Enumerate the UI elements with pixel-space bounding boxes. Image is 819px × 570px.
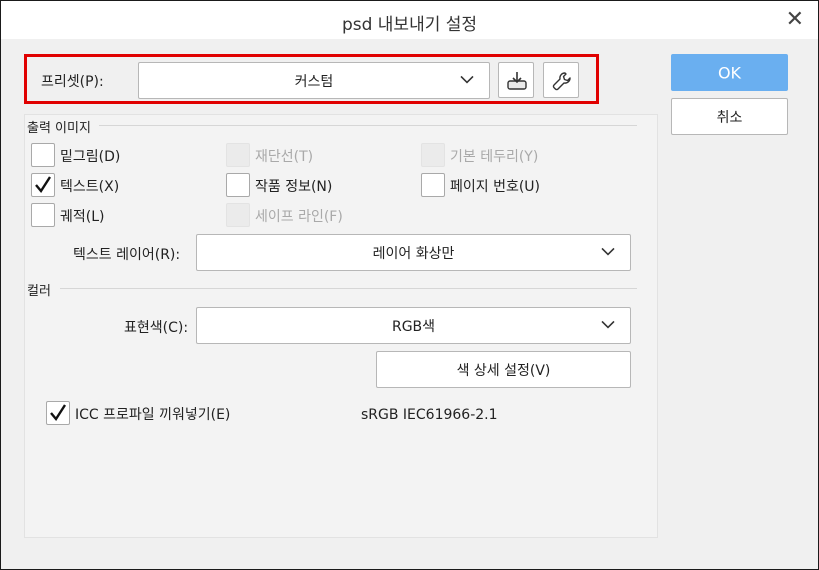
checkbox-text[interactable] — [31, 173, 55, 197]
cancel-button[interactable]: 취소 — [671, 98, 788, 135]
checkbox-work-info-label: 작품 정보(N) — [255, 179, 333, 195]
icc-embed-label: ICC 프로파일 끼워넣기(E) — [75, 407, 231, 423]
checkbox-safe-line-label: 세이프 라인(F) — [255, 209, 343, 225]
checkbox-trajectory-label: 궤적(L) — [60, 209, 105, 225]
expression-color-value: RGB색 — [391, 318, 436, 335]
checkbox-text-label: 텍스트(X) — [60, 179, 120, 195]
save-preset-button[interactable] — [498, 62, 534, 98]
text-layer-label: 텍스트 레이어(R): — [73, 247, 181, 263]
color-detail-button[interactable]: 색 상세 설정(V) — [376, 351, 631, 388]
ok-label: OK — [717, 63, 742, 82]
checkbox-page-number-label: 페이지 번호(U) — [450, 179, 541, 195]
checkbox-crop-marks-label: 재단선(T) — [255, 149, 314, 165]
preset-label: 프리셋(P): — [41, 74, 104, 90]
preset-value: 커스텀 — [294, 73, 334, 90]
output-section-title: 출력 이미지 — [27, 121, 91, 136]
checkbox-default-border-label: 기본 테두리(Y) — [450, 149, 539, 165]
color-divider — [60, 288, 637, 289]
color-section-title: 컬러 — [27, 284, 51, 299]
expression-color-label: 표현색(C): — [124, 320, 189, 336]
checkbox-default-border[interactable] — [421, 143, 445, 167]
text-layer-value: 레이어 화상만 — [372, 245, 455, 262]
color-detail-label: 색 상세 설정(V) — [456, 362, 551, 379]
icc-profile-name: sRGB IEC61966-2.1 — [361, 407, 498, 423]
cancel-label: 취소 — [716, 109, 743, 126]
checkbox-safe-line[interactable] — [226, 203, 250, 227]
chevron-down-icon — [460, 75, 474, 84]
expression-color-select[interactable]: RGB색 — [196, 307, 631, 344]
chevron-down-icon — [601, 320, 615, 329]
checkbox-work-info[interactable] — [226, 173, 250, 197]
output-divider — [99, 125, 637, 126]
checkbox-page-number[interactable] — [421, 173, 445, 197]
dialog-title: psd 내보내기 설정 — [341, 15, 478, 35]
checkbox-underdrawing-label: 밑그림(D) — [60, 149, 121, 165]
checkbox-trajectory[interactable] — [31, 203, 55, 227]
ok-button[interactable]: OK — [671, 54, 788, 91]
wrench-icon — [552, 72, 571, 91]
checkbox-underdrawing[interactable] — [31, 143, 55, 167]
title-bar: psd 내보내기 설정 ✕ — [1, 1, 818, 39]
chevron-down-icon — [601, 247, 615, 256]
checkmark-icon — [50, 404, 67, 422]
checkbox-icc-embed[interactable] — [46, 401, 70, 425]
text-layer-select[interactable]: 레이어 화상만 — [196, 234, 631, 271]
preset-select[interactable]: 커스텀 — [138, 62, 490, 99]
close-icon[interactable]: ✕ — [786, 7, 804, 32]
preset-settings-button[interactable] — [543, 62, 579, 98]
checkbox-crop-marks[interactable] — [226, 143, 250, 167]
save-preset-icon — [507, 72, 527, 90]
checkmark-icon — [35, 176, 52, 194]
